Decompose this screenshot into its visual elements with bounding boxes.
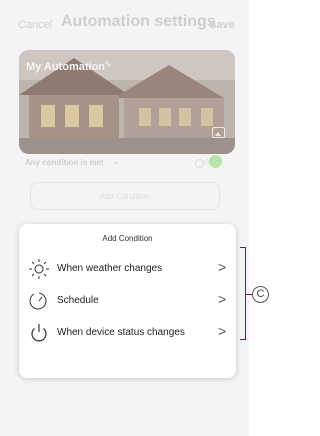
chevron-right-icon: > — [218, 291, 227, 307]
page-title: Automation settings — [61, 13, 216, 30]
option-label: Schedule — [57, 295, 99, 306]
automation-card: My Automation ✎ — [19, 50, 235, 154]
add-condition-label: Add Condition — [99, 192, 151, 201]
option-label: When weather changes — [57, 263, 163, 274]
cancel-button[interactable]: Cancel — [18, 19, 52, 31]
clock-icon — [195, 159, 204, 168]
pencil-icon[interactable]: ✎ — [104, 60, 112, 71]
option-schedule[interactable]: Schedule > — [19, 290, 236, 320]
image-icon[interactable] — [212, 127, 225, 138]
add-condition-sheet: Add Condition When weather changes > Sch… — [19, 224, 236, 378]
clock-icon — [29, 292, 47, 310]
sun-icon — [29, 259, 49, 279]
option-device-status[interactable]: When device status changes > — [19, 322, 236, 352]
add-circle-icon[interactable] — [209, 155, 222, 168]
chevron-down-icon[interactable]: ⌄ — [112, 156, 120, 167]
header: Cancel Automation settings Save — [0, 12, 249, 42]
sheet-title: Add Condition — [102, 234, 153, 243]
chevron-right-icon: > — [218, 259, 227, 275]
automation-name: My Automation — [26, 61, 106, 73]
option-label: When device status changes — [57, 327, 185, 338]
callout-badge: C — [252, 286, 269, 303]
phone-screen: Cancel Automation settings Save My Autom… — [0, 0, 249, 436]
power-icon — [31, 324, 47, 342]
chevron-right-icon: > — [218, 323, 227, 339]
option-weather[interactable]: When weather changes > — [19, 258, 236, 288]
condition-mode-row: Any condition is met ⌄ 0/10 — [19, 155, 235, 172]
save-button[interactable]: Save — [209, 19, 235, 31]
add-condition-button[interactable]: Add Condition — [30, 182, 220, 210]
condition-mode-label[interactable]: Any condition is met — [25, 158, 104, 167]
